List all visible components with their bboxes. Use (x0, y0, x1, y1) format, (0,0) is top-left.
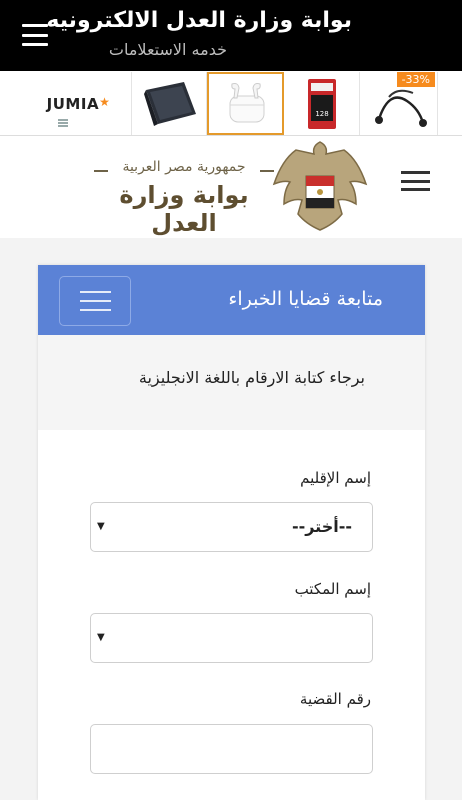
case-number-input[interactable] (90, 724, 373, 774)
office-label: إسم المكتب (294, 580, 371, 598)
ad-tile-jumia[interactable]: JUMIA★ (26, 72, 132, 135)
ad-tile-earbuds[interactable] (207, 72, 284, 135)
dropdown-caret-icon: ▼ (97, 521, 105, 532)
card-menu-toggle[interactable] (59, 276, 131, 326)
logo-line-country: جمهورية مصر العربية (122, 159, 246, 175)
ministry-logo-text: جمهورية مصر العربية بوابة وزارة العدل (94, 159, 274, 237)
region-select-value: --أختر-- (291, 517, 352, 536)
expert-cases-card: متابعة قضايا الخبراء برجاء كتابة الارقام… (38, 265, 425, 800)
case-number-label: رقم القضية (299, 690, 371, 708)
ad-tile-earphones[interactable]: -33% (360, 72, 438, 135)
app-bar: بوابة وزارة العدل الالكترونيه خدمه الاست… (0, 0, 462, 71)
office-select[interactable]: ▼ (90, 613, 373, 663)
discount-badge: -33% (396, 72, 435, 87)
site-header: جمهورية مصر العربية بوابة وزارة العدل (0, 136, 462, 238)
jumia-logo: JUMIA★ (46, 94, 111, 113)
earbuds-icon (229, 82, 264, 122)
ad-tile-laptop-case[interactable] (132, 72, 207, 135)
region-select[interactable]: ▼ --أختر-- (90, 502, 373, 552)
filter-icon (58, 119, 68, 127)
menu-icon[interactable] (22, 24, 48, 46)
card-header: متابعة قضايا الخبراء (38, 265, 425, 335)
notice-text: برجاء كتابة الارقام باللغة الانجليزية (138, 368, 365, 387)
region-label: إسم الإقليم (300, 469, 371, 487)
site-menu-icon[interactable] (401, 171, 430, 191)
card-title: متابعة قضايا الخبراء (228, 288, 383, 310)
svg-text:128: 128 (315, 110, 328, 118)
memory-card-icon: 128 (307, 78, 336, 129)
logo-line-ministry: بوابة وزارة العدل (119, 181, 249, 237)
laptop-case-icon (144, 81, 196, 126)
notice-box: برجاء كتابة الارقام باللغة الانجليزية (38, 335, 425, 430)
ad-banner[interactable]: JUMIA★ 128 -33% (0, 71, 462, 136)
app-title: بوابة وزارة العدل الالكترونيه (46, 8, 352, 33)
ad-tile-memory-card[interactable]: 128 (284, 72, 360, 135)
eagle-emblem-icon (272, 141, 368, 231)
dropdown-caret-icon: ▼ (97, 632, 105, 643)
app-subtitle: خدمه الاستعلامات (108, 40, 227, 59)
